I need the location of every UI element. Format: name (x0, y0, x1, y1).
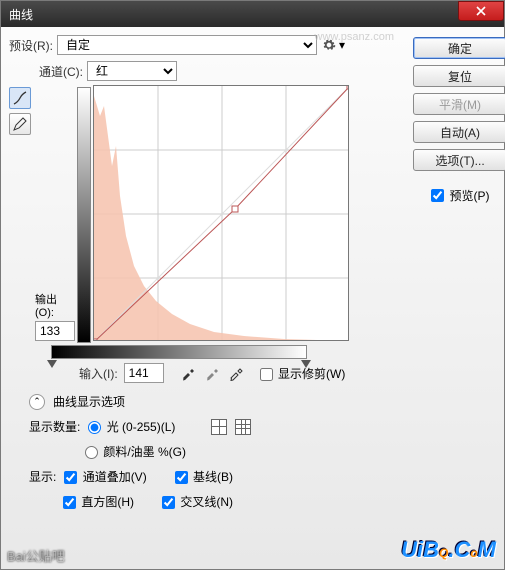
curve-point-black[interactable] (94, 339, 97, 341)
options-button[interactable]: 选项(T)... (413, 149, 505, 171)
cross-check[interactable]: 交叉线(N) (162, 493, 233, 510)
curve-point-white[interactable] (347, 86, 349, 89)
logo-watermark: UiBQ.CoM (401, 537, 496, 563)
ok-button[interactable]: 确定 (413, 37, 505, 59)
output-field[interactable] (35, 321, 75, 341)
smooth-button: 平滑(M) (413, 93, 505, 115)
channel-select[interactable]: 红 (87, 61, 177, 81)
overlay-check[interactable]: 通道叠加(V) (64, 468, 146, 485)
white-slider[interactable] (301, 360, 311, 368)
channel-label: 通道(C): (39, 63, 83, 80)
preset-select[interactable]: 自定 (57, 35, 317, 55)
amount-label: 显示数量: (29, 418, 80, 435)
output-gradient (77, 87, 91, 343)
curves-dialog: 曲线 www.psanz.com 预设(R): 自定 ▾ 通道(C): 红 (0, 0, 505, 570)
close-icon (476, 6, 486, 16)
curve-display-options-label: 曲线显示选项 (53, 393, 125, 410)
baseline-check[interactable]: 基线(B) (175, 468, 233, 485)
input-label: 输入(I): (79, 365, 118, 382)
black-slider[interactable] (47, 360, 57, 368)
baidu-watermark: Bai公贴吧 (7, 546, 65, 565)
input-field[interactable] (124, 363, 164, 383)
reset-button[interactable]: 复位 (413, 65, 505, 87)
preview-check[interactable]: 预览(P) (431, 187, 490, 204)
eyedropper-gray-icon[interactable] (204, 365, 220, 381)
grid-coarse-button[interactable] (211, 419, 227, 435)
histogram-check[interactable]: 直方图(H) (63, 493, 134, 510)
amount-light-radio[interactable]: 光 (0-255)(L) (88, 418, 175, 435)
show-label: 显示: (29, 468, 56, 485)
grid-fine-button[interactable] (235, 419, 251, 435)
input-gradient (51, 345, 307, 359)
curve-draw-tool[interactable] (9, 113, 31, 135)
eyedropper-white-icon[interactable] (228, 365, 244, 381)
output-label: 输出(O): (35, 291, 75, 319)
curve-point-mid[interactable] (232, 206, 238, 212)
close-button[interactable] (458, 1, 504, 21)
eyedropper-black-icon[interactable] (180, 365, 196, 381)
curve-point-tool[interactable] (9, 87, 31, 109)
auto-button[interactable]: 自动(A) (413, 121, 505, 143)
site-watermark: www.psanz.com (315, 31, 394, 43)
title-bar[interactable]: 曲线 (1, 1, 504, 27)
curve-graph[interactable] (93, 85, 349, 341)
collapse-button[interactable]: ⌃ (29, 394, 45, 410)
preset-label: 预设(R): (9, 37, 53, 54)
amount-ink-radio[interactable]: 颜料/油墨 %(G) (85, 443, 186, 460)
pencil-icon (12, 116, 28, 132)
curve-icon (12, 90, 28, 106)
window-title: 曲线 (9, 6, 496, 23)
